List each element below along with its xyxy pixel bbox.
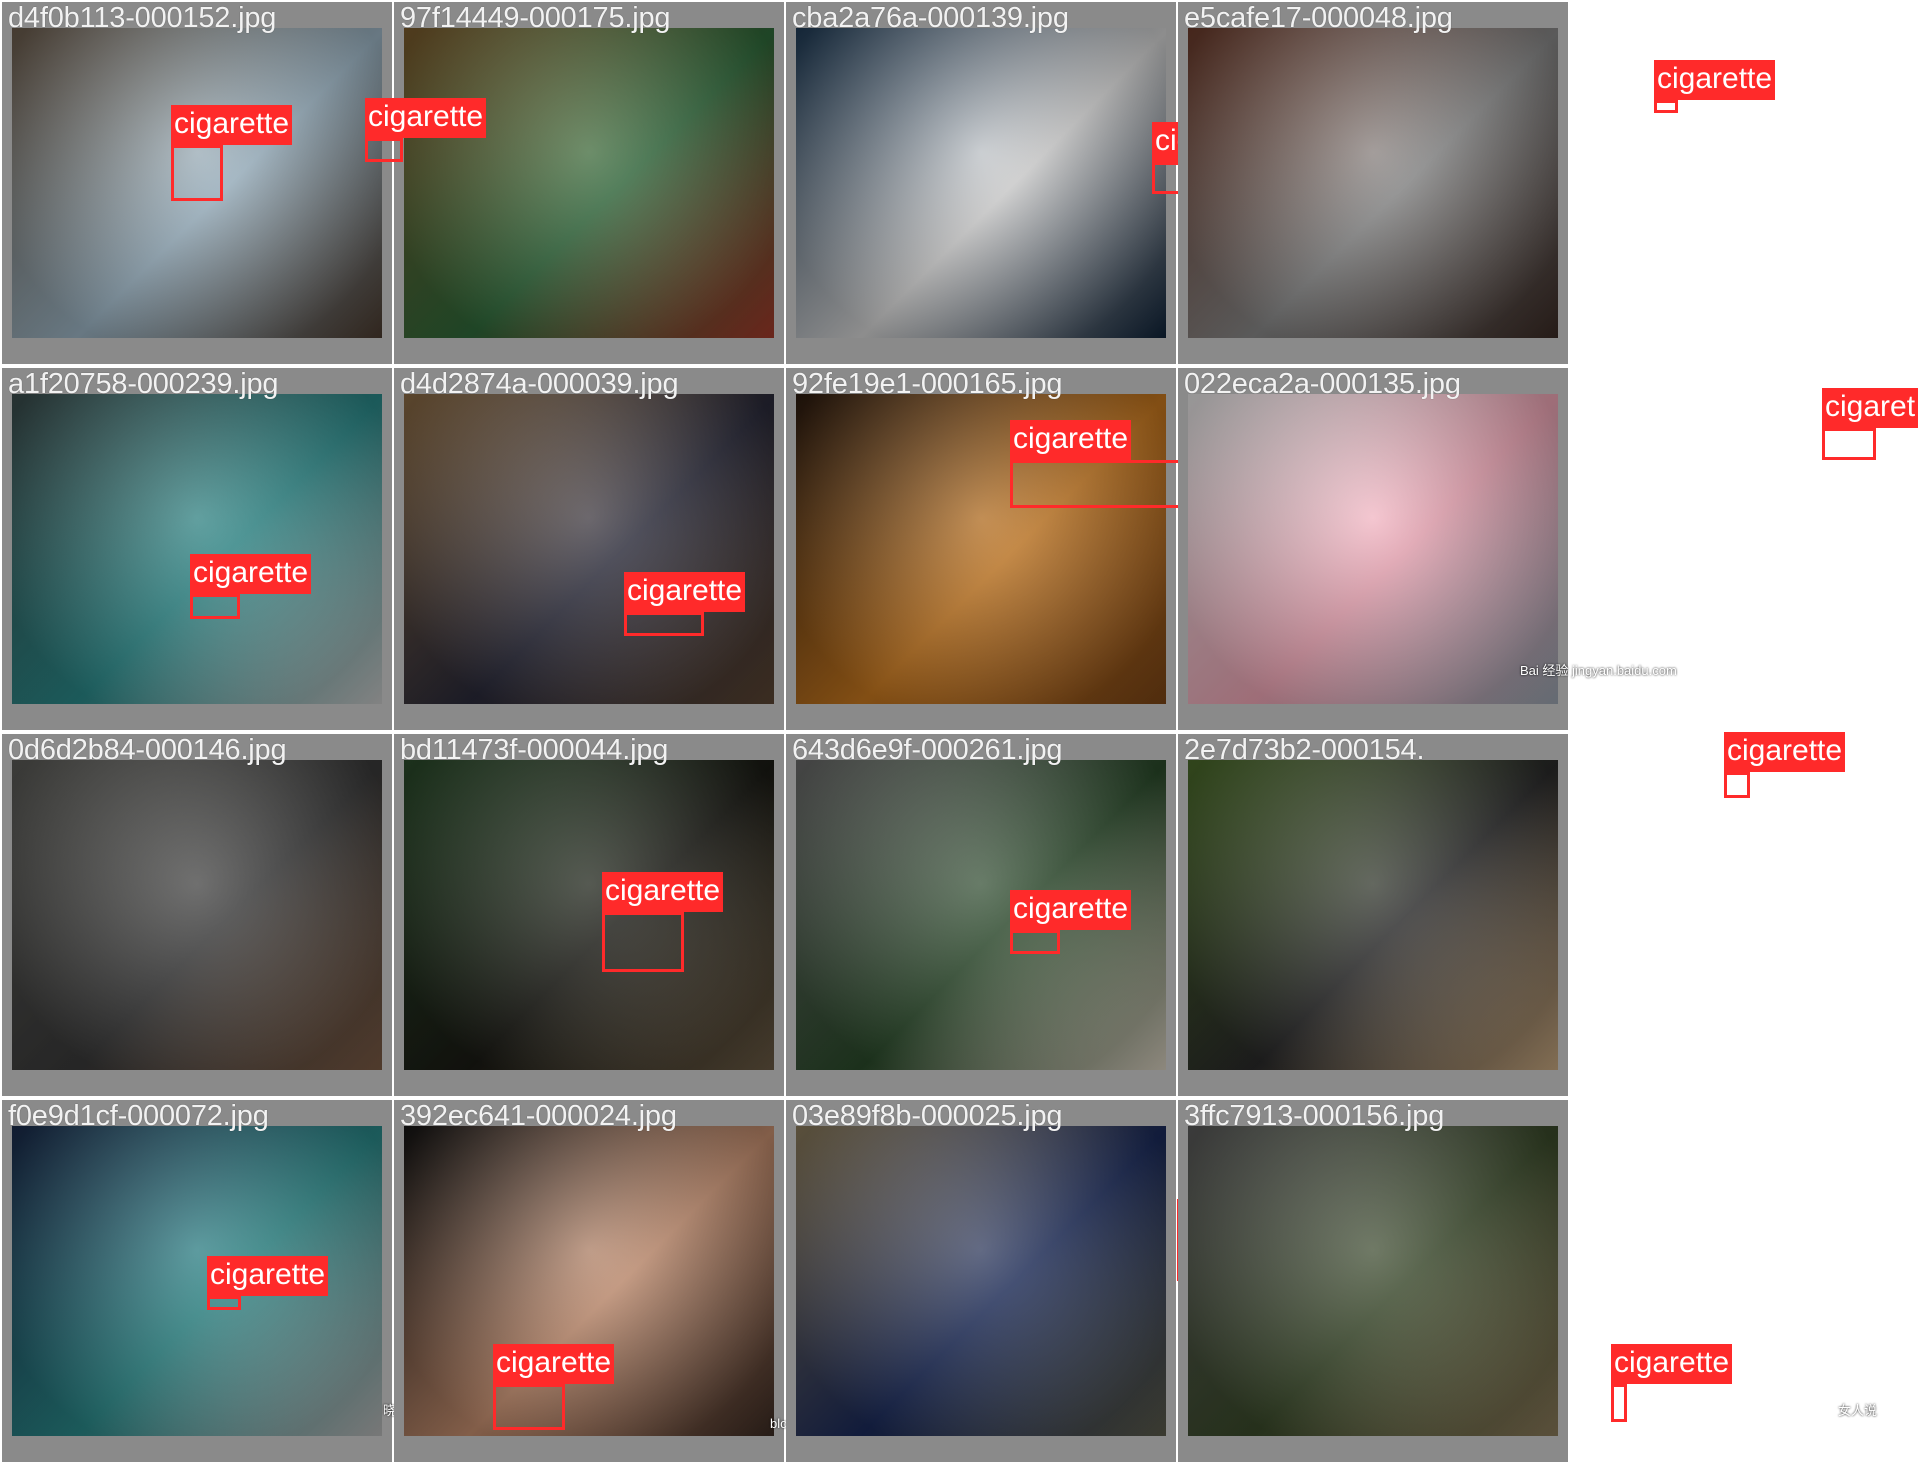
class-label: cigarette [1010,890,1132,930]
bounding-box [1822,428,1876,460]
bounding-box [624,612,704,636]
filename-label: 0d6d2b84-000146.jpg [8,734,287,766]
filename-label: 92fe19e1-000165.jpg [792,368,1063,400]
image-tile: e5cafe17-000048.jpg [1178,2,1568,364]
filename-label: d4f0b113-000152.jpg [8,2,277,34]
image-tile: 022eca2a-000135.jpg [1178,368,1568,730]
watermark: Bai 经验 jingyan.baidu.com [1520,663,1677,678]
class-label: cigarette [171,105,293,145]
filename-label: bd11473f-000044.jpg [400,734,669,766]
photo [12,760,382,1070]
bounding-box [493,1384,565,1430]
class-label: cigarette [602,872,724,912]
filename-label: 643d6e9f-000261.jpg [792,734,1063,766]
photo [404,760,774,1070]
filename-label: 97f14449-000175.jpg [400,2,671,34]
bounding-box [190,594,240,619]
bounding-box [602,912,684,972]
class-label: cigarette [624,572,746,612]
class-label: cigarette [1724,732,1846,772]
image-tile: cba2a76a-000139.jpg [786,2,1176,364]
watermark: 女人说 [1838,1403,1878,1418]
filename-label: a1f20758-000239.jpg [8,368,279,400]
class-label: cigarette [365,98,487,138]
photo [404,1126,774,1436]
image-tile: f0e9d1cf-000072.jpg [2,1100,392,1462]
filename-label: 392ec641-000024.jpg [400,1100,677,1132]
image-tile: 0d6d2b84-000146.jpg [2,734,392,1096]
photo [1188,760,1558,1070]
bounding-box [1654,100,1678,113]
bounding-box [1010,930,1060,954]
photo [1188,1126,1558,1436]
image-tile: bd11473f-000044.jpg [394,734,784,1096]
photo [404,394,774,704]
image-tile: 3ffc7913-000156.jpg [1178,1100,1568,1462]
image-tile: a1f20758-000239.jpg [2,368,392,730]
image-tile: 97f14449-000175.jpg [394,2,784,364]
image-tile: 2e7d73b2-000154. [1178,734,1568,1096]
bounding-box [1724,772,1750,798]
photo [1188,28,1558,338]
class-label: cigarette [1611,1344,1733,1384]
filename-label: 3ffc7913-000156.jpg [1184,1100,1445,1132]
image-tile: d4d2874a-000039.jpg [394,368,784,730]
filename-label: e5cafe17-000048.jpg [1184,2,1453,34]
bounding-box [1611,1384,1627,1422]
image-tile: 392ec641-000024.jpg [394,1100,784,1462]
filename-label: 022eca2a-000135.jpg [1184,368,1461,400]
photo [796,28,1166,338]
photo [12,394,382,704]
bounding-box [171,145,223,201]
class-label: cigarette [493,1344,615,1384]
filename-label: cba2a76a-000139.jpg [792,2,1069,34]
filename-label: 03e89f8b-000025.jpg [792,1100,1063,1132]
photo [796,1126,1166,1436]
class-label: cigarette [207,1256,329,1296]
class-label: cigaret [1822,388,1919,428]
class-label: cigarette [1654,60,1776,100]
bounding-box [207,1296,241,1310]
image-tile: 03e89f8b-000025.jpg [786,1100,1176,1462]
filename-label: d4d2874a-000039.jpg [400,368,679,400]
photo [1188,394,1558,704]
filename-label: 2e7d73b2-000154. [1184,734,1425,766]
bounding-box [365,138,403,162]
filename-label: f0e9d1cf-000072.jpg [8,1100,269,1132]
photo [404,28,774,338]
detection-result-grid: d4f0b113-000152.jpg cigarette 97f14449-000… [0,0,1920,1464]
class-label: cigarette [1010,420,1132,460]
class-label: cigarette [190,554,312,594]
